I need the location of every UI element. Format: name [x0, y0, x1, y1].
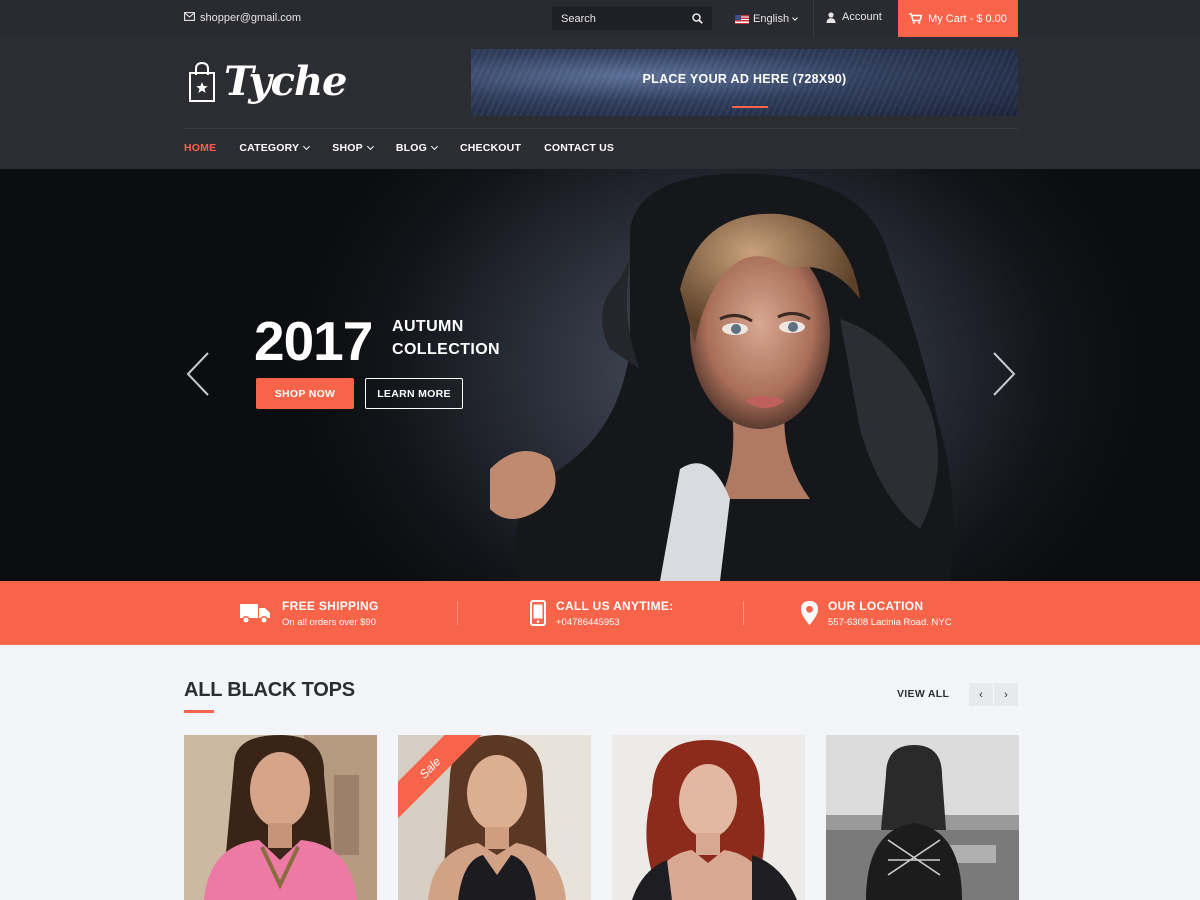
- product-image: [826, 735, 1019, 900]
- divider: [813, 0, 814, 37]
- feature-call-us: CALL US ANYTIME: +04786445953: [530, 581, 673, 645]
- site-logo[interactable]: Tyche: [188, 58, 347, 105]
- map-pin-icon: [801, 601, 818, 625]
- nav-item-contact[interactable]: CONTACT US: [544, 142, 614, 154]
- ad-underline: [732, 106, 768, 108]
- email-label: shopper@gmail.com: [200, 12, 302, 24]
- site-header: Tyche PLACE YOUR AD HERE (728X90) HOME C…: [0, 37, 1200, 169]
- learn-more-button[interactable]: LEARN MORE: [365, 378, 463, 409]
- hero-collection: AUTUMN COLLECTION: [392, 315, 500, 361]
- phone-icon: [530, 600, 546, 626]
- truck-icon: [240, 604, 270, 625]
- hero-collection-line2: COLLECTION: [392, 341, 500, 358]
- product-card[interactable]: [184, 735, 377, 900]
- product-card[interactable]: [612, 735, 805, 900]
- features-strip: FREE SHIPPING On all orders over $90 CAL…: [0, 581, 1200, 645]
- language-selector[interactable]: English: [735, 13, 798, 25]
- product-card[interactable]: [826, 735, 1019, 900]
- account-link[interactable]: Account: [826, 11, 882, 23]
- hero-year: 2017: [254, 310, 373, 372]
- feature-subtitle: On all orders over $90: [282, 616, 376, 628]
- shop-now-button[interactable]: SHOP NOW: [256, 378, 354, 409]
- account-label: Account: [842, 11, 882, 23]
- nav-item-shop[interactable]: SHOP: [332, 142, 374, 154]
- feature-divider: [457, 601, 458, 625]
- section-title: ALL BLACK TOPS: [184, 679, 355, 701]
- slider-next-arrow-icon[interactable]: [988, 349, 1018, 399]
- search-box: [552, 7, 712, 30]
- hero-model-image: [490, 173, 954, 581]
- search-button[interactable]: [684, 7, 710, 30]
- ad-text: PLACE YOUR AD HERE (728X90): [642, 72, 847, 86]
- nav-item-category[interactable]: CATEGORY: [239, 142, 311, 154]
- logo-text: Tyche: [224, 58, 347, 105]
- user-icon: [826, 11, 836, 23]
- hero-slider: 2017 AUTUMN COLLECTION SHOP NOW LEARN MO…: [0, 169, 1200, 581]
- main-nav: HOME CATEGORY SHOP BLOG CHECKOUT CONTACT…: [184, 142, 637, 154]
- hero-collection-line1: AUTUMN: [392, 318, 464, 335]
- section-title-underline: [184, 710, 214, 713]
- chevron-down-icon: [792, 14, 798, 21]
- nav-label: HOME: [184, 142, 217, 154]
- product-image: [612, 735, 805, 900]
- nav-label: CONTACT US: [544, 142, 615, 154]
- nav-label: CATEGORY: [239, 142, 300, 154]
- product-image: [184, 735, 377, 900]
- feature-divider: [743, 601, 744, 625]
- feature-subtitle: +04786445953: [556, 616, 620, 628]
- feature-title: CALL US ANYTIME:: [556, 598, 674, 613]
- nav-item-home[interactable]: HOME: [184, 142, 216, 154]
- search-icon: [691, 13, 703, 24]
- chevron-down-icon: [430, 142, 438, 151]
- nav-item-checkout[interactable]: CHECKOUT: [460, 142, 521, 154]
- nav-item-blog[interactable]: BLOG: [395, 142, 438, 154]
- nav-label: BLOG: [395, 142, 427, 154]
- feature-free-shipping: FREE SHIPPING On all orders over $90: [240, 581, 379, 645]
- feature-title: FREE SHIPPING: [282, 598, 379, 613]
- ad-banner[interactable]: PLACE YOUR AD HERE (728X90): [471, 49, 1018, 116]
- feature-location: OUR LOCATION 557-6308 Lacinia Road. NYC: [801, 581, 952, 645]
- nav-label: CHECKOUT: [459, 142, 522, 154]
- product-card[interactable]: Sale: [398, 735, 591, 900]
- shopping-bag-icon: [189, 61, 215, 102]
- cart-button[interactable]: My Cart - $ 0.00: [898, 0, 1018, 37]
- chevron-down-icon: [303, 142, 311, 151]
- feature-title: OUR LOCATION: [828, 598, 924, 613]
- chevron-left-icon: ‹: [979, 688, 983, 701]
- us-flag-icon: [735, 14, 749, 24]
- view-all-link[interactable]: VIEW ALL: [897, 688, 949, 700]
- nav-label: SHOP: [332, 142, 363, 154]
- cart-icon: [909, 13, 923, 24]
- contact-email[interactable]: shopper@gmail.com: [184, 12, 301, 24]
- carousel-next-button[interactable]: ›: [994, 683, 1018, 706]
- envelope-icon: [184, 12, 195, 24]
- chevron-right-icon: ›: [1004, 688, 1008, 701]
- language-label: English: [753, 13, 790, 25]
- chevron-down-icon: [366, 142, 374, 151]
- slider-prev-arrow-icon[interactable]: [184, 349, 214, 399]
- search-input[interactable]: [552, 12, 684, 25]
- cart-label: My Cart - $ 0.00: [928, 12, 1007, 25]
- carousel-prev-button[interactable]: ‹: [969, 683, 993, 706]
- header-divider: [184, 128, 1018, 129]
- feature-subtitle: 557-6308 Lacinia Road. NYC: [828, 616, 952, 628]
- top-bar: shopper@gmail.com English Account My Car…: [0, 0, 1200, 37]
